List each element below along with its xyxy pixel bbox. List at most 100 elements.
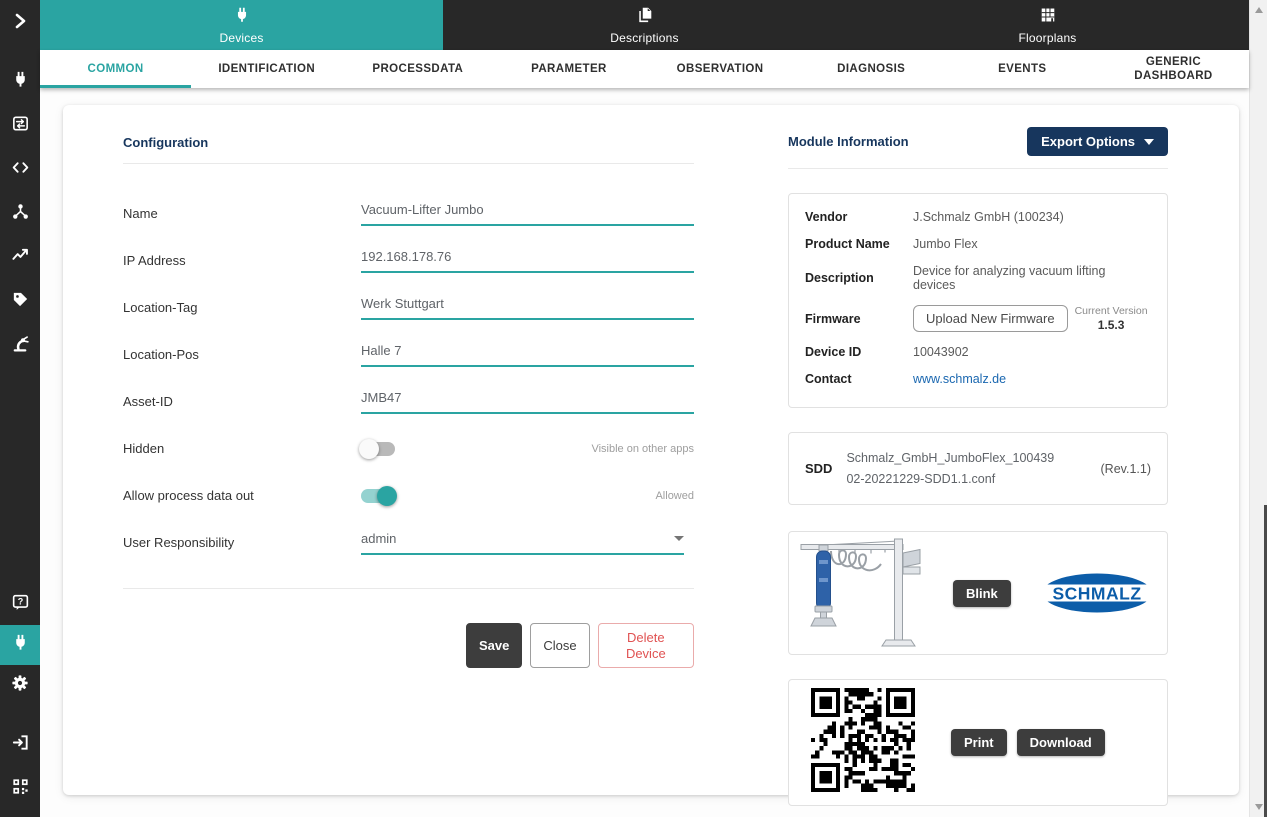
logout-icon — [11, 733, 30, 757]
device-id-value: 10043902 — [913, 345, 969, 359]
tab-identification[interactable]: IDENTIFICATION — [191, 50, 342, 88]
page-scrollbar[interactable] — [1249, 0, 1267, 817]
sidebar-item-code[interactable] — [0, 148, 40, 192]
topnav-tab-floorplans[interactable]: Floorplans — [846, 0, 1249, 50]
tab-diagnosis[interactable]: DIAGNOSIS — [796, 50, 947, 88]
asset-id-label: Asset-ID — [123, 394, 361, 409]
topnav-tab-descriptions[interactable]: Descriptions — [443, 0, 846, 50]
tab-events[interactable]: EVENTS — [947, 50, 1098, 88]
svg-text:SCHMALZ: SCHMALZ — [1052, 584, 1141, 604]
plug-icon — [11, 70, 30, 94]
current-version-label: Current Version — [1075, 305, 1148, 317]
ip-label: IP Address — [123, 253, 361, 268]
sdd-filename: Schmalz_GmbH_JumboFlex_10043902-20221229… — [846, 448, 1058, 489]
export-options-button[interactable]: Export Options — [1027, 127, 1168, 156]
robot-arm-icon — [11, 334, 30, 358]
allow-pdo-toggle[interactable] — [361, 489, 395, 503]
sidebar-item-device-details[interactable] — [0, 625, 40, 665]
hidden-toggle[interactable] — [361, 442, 395, 456]
tab-label: EVENTS — [998, 62, 1046, 76]
qr-panel: Print Download — [788, 679, 1168, 806]
module-information-header: Module Information Export Options — [788, 127, 1168, 168]
form-row-user-responsibility: User Responsibility admin — [123, 519, 694, 566]
sidebar-item-devices[interactable] — [0, 60, 40, 104]
user-responsibility-select[interactable]: admin — [361, 531, 684, 555]
contact-link[interactable]: www.schmalz.de — [913, 372, 1006, 386]
qr-icon — [11, 777, 30, 801]
asset-id-field[interactable] — [361, 390, 694, 414]
tab-label: GENERIC DASHBOARD — [1127, 55, 1219, 84]
form-actions: Save Close Delete Device — [466, 623, 694, 668]
ip-address-field[interactable] — [361, 249, 694, 273]
vendor-label: Vendor — [805, 210, 913, 224]
module-information-title: Module Information — [788, 134, 909, 149]
toggle-knob — [377, 486, 397, 506]
section-tabs: COMMON IDENTIFICATION PROCESSDATA PARAME… — [40, 50, 1249, 88]
export-options-label: Export Options — [1041, 134, 1135, 149]
qr-buttons: Print Download — [951, 729, 1105, 756]
expand-sidebar-button[interactable] — [0, 0, 40, 46]
form-row-location-pos: Location-Pos — [123, 331, 694, 378]
tab-label: DIAGNOSIS — [837, 62, 905, 76]
product-name-row: Product Name Jumbo Flex — [805, 237, 1151, 251]
sdd-panel: SDD Schmalz_GmbH_JumboFlex_10043902-2022… — [788, 432, 1168, 505]
network-icon — [11, 202, 30, 226]
blink-button[interactable]: Blink — [953, 580, 1011, 607]
topnav-label: Descriptions — [610, 31, 678, 45]
device-crane-illustration — [795, 534, 945, 653]
sidebar-item-settings[interactable] — [0, 665, 40, 705]
location-tag-field[interactable] — [361, 296, 694, 320]
sidebar-item-tags[interactable] — [0, 280, 40, 324]
user-responsibility-label: User Responsibility — [123, 535, 361, 550]
sidebar-item-trends[interactable] — [0, 236, 40, 280]
plug-icon-active — [11, 633, 30, 657]
device-id-row: Device ID 10043902 — [805, 345, 1151, 359]
name-label: Name — [123, 206, 361, 221]
tab-processdata[interactable]: PROCESSDATA — [342, 50, 493, 88]
save-button[interactable]: Save — [466, 623, 522, 668]
topnav-label: Devices — [219, 31, 263, 45]
sidebar-item-qr[interactable] — [0, 767, 40, 811]
name-field[interactable] — [361, 202, 694, 226]
delete-device-button[interactable]: Delete Device — [598, 623, 694, 668]
sidebar-item-logout[interactable] — [0, 723, 40, 767]
tab-parameter[interactable]: PARAMETER — [493, 50, 644, 88]
documents-icon — [636, 6, 654, 29]
svg-text:?: ? — [17, 597, 23, 607]
topnav-tab-devices[interactable]: Devices — [40, 0, 443, 50]
allow-pdo-label: Allow process data out — [123, 488, 361, 503]
divider — [123, 588, 694, 589]
sidebar-item-robot[interactable] — [0, 324, 40, 368]
scroll-down-arrow-icon[interactable] — [1255, 804, 1263, 810]
tab-observation[interactable]: OBSERVATION — [645, 50, 796, 88]
io-transfer-icon — [11, 114, 30, 138]
sidebar-item-help[interactable]: ? — [0, 585, 40, 625]
sidebar-item-io-transfer[interactable] — [0, 104, 40, 148]
tab-label: IDENTIFICATION — [218, 62, 315, 76]
module-info-panel: Vendor J.Schmalz GmbH (100234) Product N… — [788, 193, 1168, 408]
print-button[interactable]: Print — [951, 729, 1007, 756]
tab-label: PARAMETER — [531, 62, 607, 76]
schmalz-logo: SCHMALZ — [1041, 572, 1153, 614]
content-area: Configuration Name IP Address Location-T — [40, 88, 1249, 817]
divider — [123, 163, 694, 164]
code-icon — [11, 158, 30, 182]
help-icon: ? — [11, 593, 30, 617]
vendor-row: Vendor J.Schmalz GmbH (100234) — [805, 210, 1151, 224]
firmware-row: Firmware Upload New Firmware Current Ver… — [805, 305, 1151, 332]
scroll-up-arrow-icon[interactable] — [1255, 7, 1263, 13]
configuration-form: Name IP Address Location-Tag Locati — [123, 190, 694, 566]
form-row-name: Name — [123, 190, 694, 237]
location-pos-field[interactable] — [361, 343, 694, 367]
tab-generic-dashboard[interactable]: GENERIC DASHBOARD — [1098, 50, 1249, 88]
description-row: Description Device for analyzing vacuum … — [805, 264, 1151, 292]
sidebar-item-network[interactable] — [0, 192, 40, 236]
sidebar: ? — [0, 0, 40, 817]
hidden-hint: Visible on other apps — [591, 443, 694, 455]
tab-common[interactable]: COMMON — [40, 50, 191, 88]
configuration-title: Configuration — [123, 127, 694, 163]
tab-label: COMMON — [88, 62, 144, 76]
upload-firmware-button[interactable]: Upload New Firmware — [913, 305, 1068, 332]
close-button[interactable]: Close — [530, 623, 589, 668]
download-button[interactable]: Download — [1017, 729, 1105, 756]
